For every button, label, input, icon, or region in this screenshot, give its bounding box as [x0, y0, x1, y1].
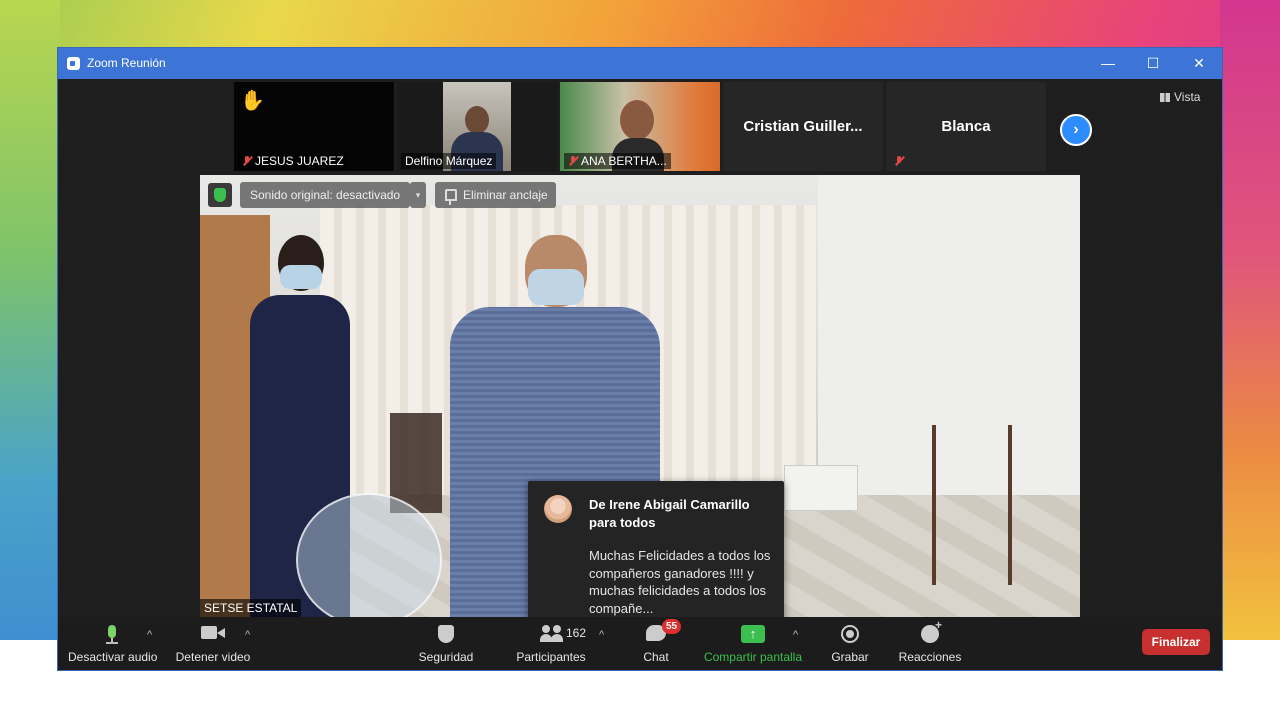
participant-name: ANA BERTHA...	[564, 153, 671, 169]
meeting-area: ✋ JESUS JUAREZ Delfino Márquez ANA BERTH…	[58, 79, 1222, 670]
chat-message: Muchas Felicidades a todos los compañero…	[589, 548, 771, 616]
encryption-shield-icon[interactable]	[208, 183, 232, 207]
background-gradient-left	[0, 0, 60, 640]
speaker-name: SETSE ESTATAL	[200, 599, 302, 617]
reactions-icon	[921, 618, 942, 643]
share-options-caret[interactable]: ^	[793, 629, 798, 641]
title-bar: Zoom Reunión — ☐ ✕	[58, 48, 1222, 79]
stop-video-button[interactable]: Detener video	[172, 617, 254, 670]
participant-tile[interactable]: Cristian Guiller...	[723, 82, 883, 171]
close-button[interactable]: ✕	[1176, 48, 1222, 79]
participant-status	[890, 153, 911, 169]
participant-tile[interactable]: ANA BERTHA...	[560, 82, 720, 171]
raised-hand-icon: ✋	[240, 90, 265, 112]
mute-button[interactable]: Desactivar audio	[68, 617, 157, 670]
end-meeting-button[interactable]: Finalizar	[1142, 629, 1210, 655]
video-options-caret[interactable]: ^	[245, 629, 250, 641]
record-icon	[841, 625, 859, 643]
mic-muted-icon	[568, 156, 578, 166]
participant-tile[interactable]: Blanca	[886, 82, 1046, 171]
background-gradient-right	[1220, 0, 1280, 640]
video-boxes	[784, 465, 858, 511]
record-button[interactable]: Grabar	[822, 617, 878, 670]
meeting-toolbar: Desactivar audio ^ Detener video ^ Segur…	[58, 617, 1222, 670]
participant-name: JESUS JUAREZ	[238, 153, 348, 169]
view-button[interactable]: Vista	[1160, 90, 1200, 104]
participant-tile[interactable]: ✋ JESUS JUAREZ	[234, 82, 394, 171]
video-stand	[932, 425, 1012, 585]
avatar	[544, 495, 572, 523]
mic-muted-icon	[894, 156, 904, 166]
pin-icon	[445, 189, 457, 205]
security-button[interactable]: Seguridad	[410, 617, 482, 670]
maximize-button[interactable]: ☐	[1130, 48, 1176, 79]
zoom-app-icon	[67, 57, 80, 70]
reactions-button[interactable]: Reacciones	[894, 617, 966, 670]
zoom-window: Zoom Reunión — ☐ ✕ ✋ JESUS JUAREZ Delfin…	[58, 48, 1222, 670]
participant-name: Cristian Guiller...	[743, 118, 863, 135]
share-screen-icon: ↑	[741, 625, 765, 643]
participants-count: 162	[566, 626, 587, 640]
original-sound-toggle[interactable]: Sonido original: desactivado	[240, 182, 411, 208]
participant-name: Delfino Márquez	[401, 153, 497, 169]
camera-icon	[201, 625, 225, 640]
participant-tile[interactable]: Delfino Márquez	[397, 82, 557, 171]
shield-icon	[438, 625, 454, 643]
unpin-button[interactable]: Eliminar anclaje	[435, 182, 556, 208]
next-page-button[interactable]: ›	[1060, 114, 1092, 146]
window-title: Zoom Reunión	[87, 56, 166, 70]
video-glass-bowl	[296, 493, 442, 617]
audio-options-caret[interactable]: ^	[147, 629, 152, 641]
participant-name: Blanca	[941, 118, 991, 135]
mic-muted-icon	[242, 156, 252, 166]
share-screen-button[interactable]: ↑ Compartir pantalla	[700, 617, 806, 670]
minimize-button[interactable]: —	[1085, 48, 1131, 79]
participants-options-caret[interactable]: ^	[599, 629, 604, 641]
microphone-icon	[105, 625, 119, 644]
participants-button[interactable]: 162 Participantes	[510, 617, 592, 670]
chat-sender: De Irene Abigail Camarillo para todos	[589, 497, 750, 530]
participants-icon	[540, 625, 564, 643]
view-grid-icon	[1160, 93, 1170, 102]
chat-notification[interactable]: De Irene Abigail Camarillo para todos Mu…	[528, 481, 784, 633]
original-sound-dropdown[interactable]: ▾	[410, 182, 426, 208]
chat-unread-badge: 55	[662, 619, 682, 634]
